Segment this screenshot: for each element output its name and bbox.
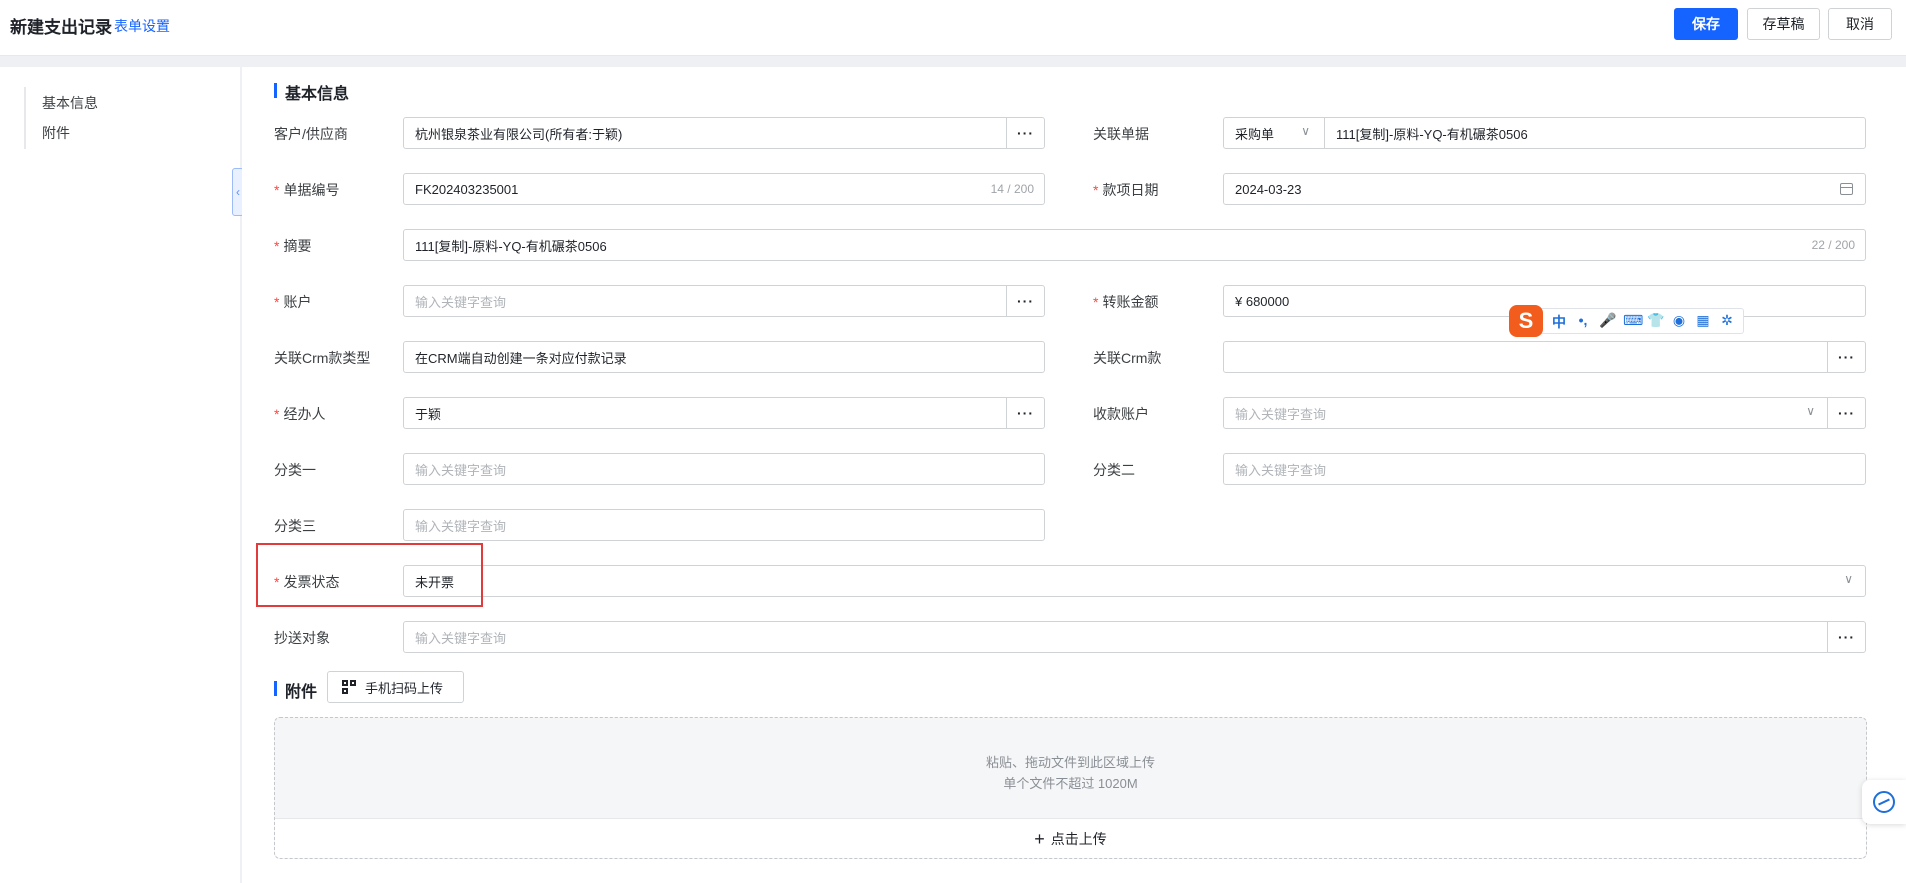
- click-upload-button[interactable]: + 点击上传: [275, 818, 1866, 858]
- summary-char-count: 22 / 200: [1811, 238, 1855, 252]
- payment-date-picker[interactable]: 2024-03-23: [1223, 173, 1866, 205]
- cancel-button[interactable]: 取消: [1828, 8, 1892, 40]
- receiving-account-label: 收款账户: [1093, 406, 1149, 422]
- crm-type-label: 关联Crm款类型: [274, 350, 371, 366]
- handler-input[interactable]: 于颖 ···: [403, 397, 1045, 429]
- summary-input[interactable]: 111[复制]-原料-YQ-有机碾茶0506 22 / 200: [403, 229, 1866, 261]
- related-doc-value: 111[复制]-原料-YQ-有机碾茶0506: [1336, 126, 1528, 142]
- related-doc-type-select[interactable]: 采购单 ∨: [1224, 118, 1325, 148]
- category1-input[interactable]: 输入关键字查询: [403, 453, 1045, 485]
- anchor-track: [24, 87, 26, 149]
- chevron-down-icon: ∨: [1301, 124, 1310, 138]
- section-attachments: 附件: [274, 678, 317, 702]
- category3-label: 分类三: [274, 518, 316, 534]
- transfer-amount-label: * 转账金额: [1093, 294, 1159, 310]
- handler-value: 于颖: [415, 406, 442, 422]
- left-anchor-panel: 基本信息 附件: [0, 67, 240, 883]
- crm-type-value: 在CRM端自动创建一条对应付款记录: [415, 350, 627, 366]
- upload-size-limit: 单个文件不超过 1020M: [1003, 776, 1138, 791]
- doc-no-value: FK202403235001: [415, 181, 519, 197]
- customer-supplier-input[interactable]: 杭州银泉茶业有限公司(所有者:于颖) ···: [403, 117, 1045, 149]
- related-doc-label: 关联单据: [1093, 126, 1149, 142]
- chevron-down-icon: ∨: [1844, 572, 1853, 586]
- page-header: 新建支出记录 表单设置 保存 存草稿 取消: [0, 0, 1906, 56]
- assistant-float-button[interactable]: [1862, 780, 1906, 824]
- ime-punctuation-icon[interactable]: •,: [1575, 312, 1591, 332]
- account-placeholder: 输入关键字查询: [415, 294, 507, 310]
- scan-upload-label: 手机扫码上传: [365, 680, 444, 696]
- category1-placeholder: 输入关键字查询: [415, 462, 507, 478]
- transfer-amount-value: ¥ 680000: [1235, 293, 1290, 309]
- category3-placeholder: 输入关键字查询: [415, 518, 507, 534]
- cc-label: 抄送对象: [274, 630, 330, 646]
- summary-label: * 摘要: [274, 238, 312, 254]
- highlight-annotation: [256, 543, 483, 607]
- customer-supplier-label: 客户/供应商: [274, 126, 348, 142]
- more-icon[interactable]: ···: [1827, 342, 1865, 372]
- keyboard-icon[interactable]: ⌨: [1623, 312, 1643, 332]
- more-icon[interactable]: ···: [1827, 622, 1865, 652]
- click-upload-label: 点击上传: [1050, 830, 1107, 847]
- more-icon[interactable]: ···: [1006, 118, 1044, 148]
- skin-icon[interactable]: 👕: [1647, 312, 1664, 332]
- chevron-down-icon: ∨: [1806, 404, 1815, 418]
- related-doc-type-value: 采购单: [1235, 126, 1275, 142]
- receiving-account-select[interactable]: 输入关键字查询 ∨ ···: [1223, 397, 1866, 429]
- more-icon[interactable]: ···: [1006, 398, 1044, 428]
- doc-no-input[interactable]: FK202403235001 14 / 200: [403, 173, 1045, 205]
- settings-icon[interactable]: ✲: [1719, 312, 1735, 332]
- customer-supplier-value: 杭州银泉茶业有限公司(所有者:于颖): [415, 126, 623, 142]
- doc-no-char-count: 14 / 200: [990, 182, 1034, 196]
- more-icon[interactable]: ···: [1827, 398, 1865, 428]
- save-draft-button[interactable]: 存草稿: [1747, 8, 1820, 40]
- robot-icon[interactable]: ◉: [1671, 312, 1687, 332]
- section-basic-info: 基本信息: [274, 80, 349, 104]
- summary-value: 111[复制]-原料-YQ-有机碾茶0506: [415, 238, 607, 254]
- invoice-status-select[interactable]: 未开票 ∨: [403, 565, 1866, 597]
- cc-placeholder: 输入关键字查询: [415, 630, 507, 646]
- anchor-basic-info[interactable]: 基本信息: [42, 93, 98, 113]
- category3-input[interactable]: 输入关键字查询: [403, 509, 1045, 541]
- upload-dropzone[interactable]: 粘贴、拖动文件到此区域上传 单个文件不超过 1020M + 点击上传: [274, 717, 1867, 859]
- category2-label: 分类二: [1093, 462, 1135, 478]
- category1-label: 分类一: [274, 462, 316, 478]
- category2-input[interactable]: 输入关键字查询: [1223, 453, 1866, 485]
- plus-icon: +: [1034, 828, 1045, 849]
- handler-label: * 经办人: [274, 406, 326, 422]
- anchor-attachments[interactable]: 附件: [42, 123, 70, 143]
- crm-payment-label: 关联Crm款: [1093, 350, 1162, 366]
- account-input[interactable]: 输入关键字查询 ···: [403, 285, 1045, 317]
- category2-placeholder: 输入关键字查询: [1235, 462, 1327, 478]
- assistant-icon: [1873, 791, 1895, 813]
- qr-code-icon: [342, 680, 356, 694]
- payment-date-value: 2024-03-23: [1235, 181, 1302, 197]
- form-settings-link[interactable]: 表单设置: [114, 16, 170, 36]
- crm-payment-input[interactable]: ···: [1223, 341, 1866, 373]
- related-doc-input[interactable]: 采购单 ∨ 111[复制]-原料-YQ-有机碾茶0506: [1223, 117, 1866, 149]
- upload-hint: 粘贴、拖动文件到此区域上传: [985, 755, 1155, 770]
- receiving-account-placeholder: 输入关键字查询: [1235, 406, 1327, 422]
- ime-chinese-mode-icon[interactable]: 中: [1551, 312, 1567, 332]
- page-title: 新建支出记录: [10, 18, 112, 37]
- grid-icon[interactable]: ▦: [1695, 312, 1711, 332]
- ime-toolbar: S 中 •, 🎤 ⌨ 👕 ◉ ▦ ✲: [1509, 305, 1744, 337]
- save-button[interactable]: 保存: [1674, 8, 1738, 40]
- payment-date-label: * 款项日期: [1093, 182, 1159, 198]
- microphone-icon[interactable]: 🎤: [1599, 312, 1616, 332]
- calendar-icon: [1840, 183, 1853, 195]
- account-label: * 账户: [274, 294, 312, 310]
- ime-logo[interactable]: S: [1509, 305, 1543, 337]
- crm-type-input[interactable]: 在CRM端自动创建一条对应付款记录: [403, 341, 1045, 373]
- more-icon[interactable]: ···: [1006, 286, 1044, 316]
- doc-no-label: * 单据编号: [274, 182, 340, 198]
- scan-upload-button[interactable]: 手机扫码上传: [327, 671, 464, 703]
- cc-input[interactable]: 输入关键字查询 ···: [403, 621, 1866, 653]
